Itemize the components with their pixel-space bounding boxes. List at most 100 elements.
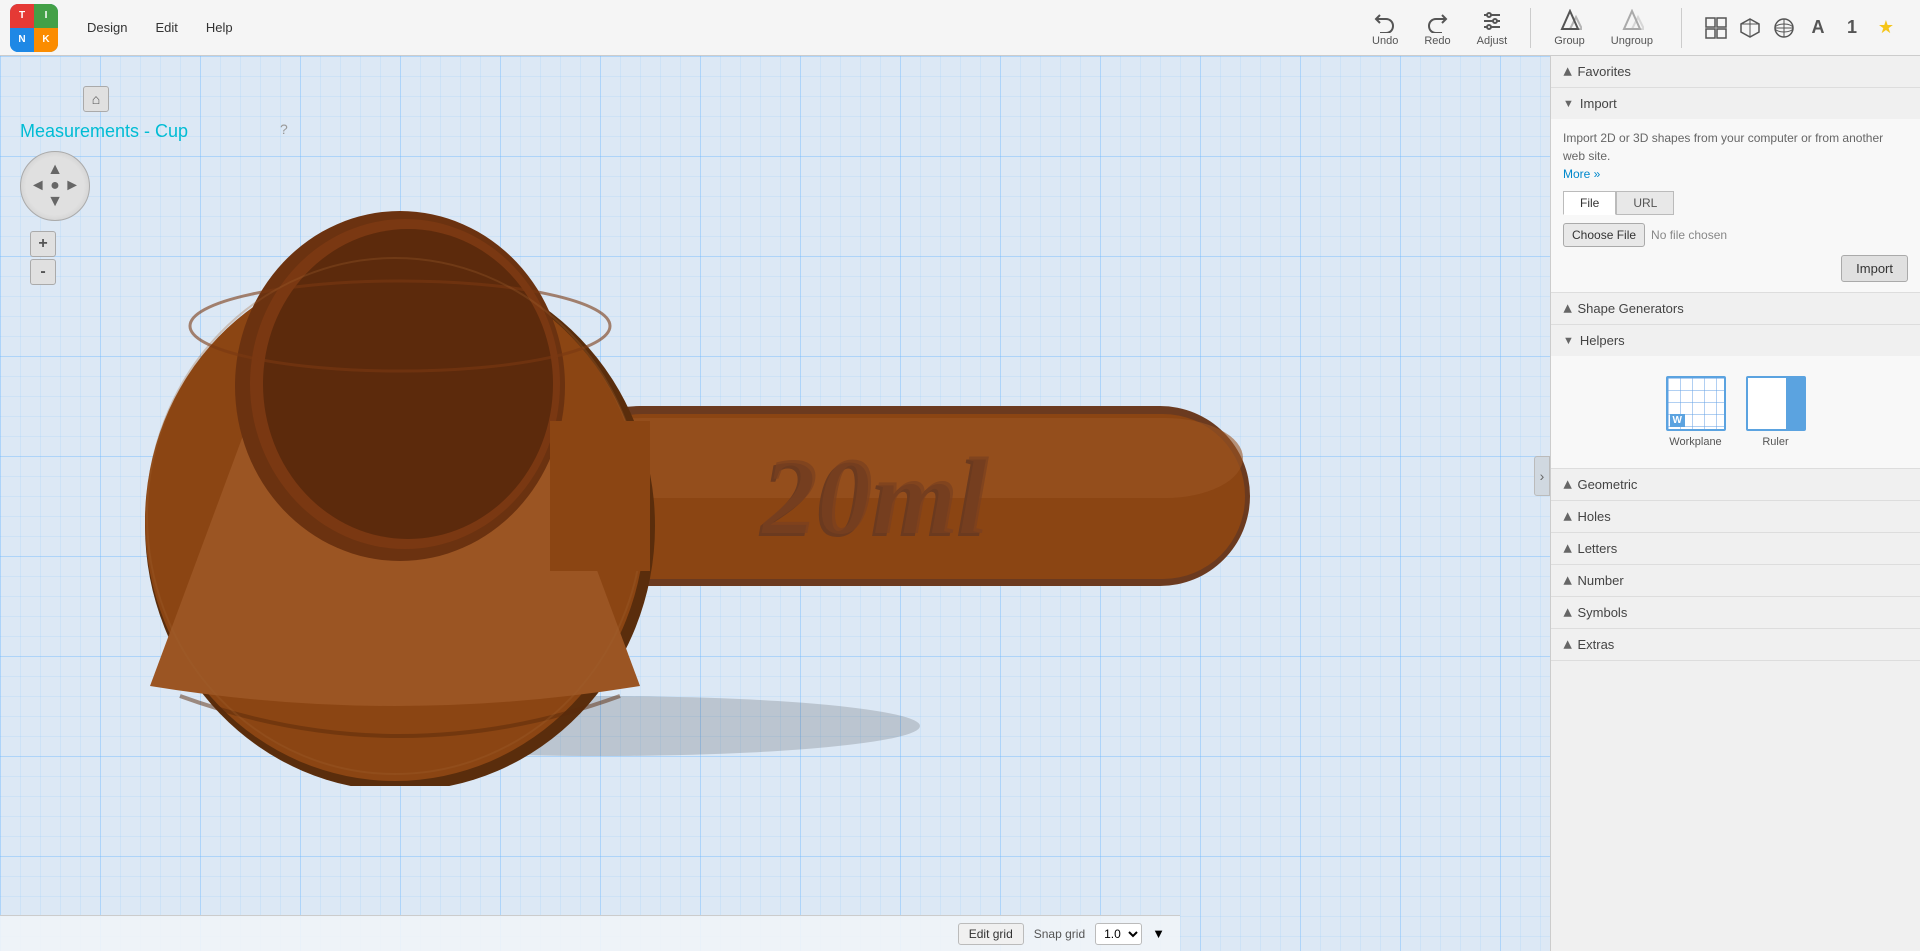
import-arrow: ▼ <box>1563 98 1574 110</box>
section-helpers-header[interactable]: ▼ Helpers <box>1551 325 1920 356</box>
section-number-header[interactable]: ▶ Number <box>1551 565 1920 596</box>
section-favorites: ▶ Favorites <box>1551 56 1920 88</box>
nav-control[interactable]: ▲ ◄ ● ► ▼ <box>20 151 90 221</box>
section-symbols: ▶ Symbols <box>1551 597 1920 629</box>
shape-generators-arrow: ▶ <box>1561 304 1574 312</box>
choose-file-button[interactable]: Choose File <box>1563 223 1645 247</box>
extras-label: Extras <box>1577 637 1614 652</box>
number-arrow: ▶ <box>1561 576 1574 584</box>
section-geometric-header[interactable]: ▶ Geometric <box>1551 469 1920 500</box>
logo-k: K <box>34 28 58 52</box>
logo-t: T <box>10 4 34 28</box>
undo-label: Undo <box>1372 35 1398 47</box>
import-more-link[interactable]: More » <box>1563 167 1600 181</box>
symbols-label: Symbols <box>1577 605 1627 620</box>
holes-label: Holes <box>1577 509 1610 524</box>
menu-design[interactable]: Design <box>73 14 141 41</box>
section-helpers: ▼ Helpers W Workplane mm Ruler <box>1551 325 1920 469</box>
workplane-label: Workplane <box>1669 436 1721 448</box>
ruler-mm-label: mm <box>1786 417 1800 426</box>
favorites-arrow: ▶ <box>1561 67 1574 75</box>
favorites-label: Favorites <box>1577 64 1630 79</box>
letters-arrow: ▶ <box>1561 544 1574 552</box>
cup-svg: 20ml 20ml <box>100 136 1300 786</box>
section-geometric: ▶ Geometric <box>1551 469 1920 501</box>
tab-file[interactable]: File <box>1563 191 1616 215</box>
section-favorites-header[interactable]: ▶ Favorites <box>1551 56 1920 87</box>
section-extras-header[interactable]: ▶ Extras <box>1551 629 1920 660</box>
no-file-label: No file chosen <box>1651 228 1727 242</box>
number-label: Number <box>1577 573 1623 588</box>
edit-grid-button[interactable]: Edit grid <box>958 923 1024 945</box>
redo-button[interactable]: Redo <box>1416 5 1458 51</box>
nav-arrows: ▲ ◄ ● ► ▼ <box>30 162 80 210</box>
section-symbols-header[interactable]: ▶ Symbols <box>1551 597 1920 628</box>
toolbar-right: Undo Redo Adjust <box>1364 5 1910 51</box>
file-url-tabs: File URL <box>1563 191 1908 215</box>
number-1-icon[interactable]: 1 <box>1838 14 1866 42</box>
import-label: Import <box>1580 96 1617 111</box>
helpers-grid: W Workplane mm Ruler <box>1563 366 1908 458</box>
helpers-label: Helpers <box>1580 333 1625 348</box>
snap-arrow: ▼ <box>1152 926 1165 941</box>
symbols-arrow: ▶ <box>1561 608 1574 616</box>
import-content: Import 2D or 3D shapes from your compute… <box>1551 119 1920 292</box>
ruler-label: Ruler <box>1762 436 1788 448</box>
section-shape-generators: ▶ Shape Generators <box>1551 293 1920 325</box>
geometric-arrow: ▶ <box>1561 480 1574 488</box>
letters-label: Letters <box>1577 541 1617 556</box>
bottom-bar: Edit grid Snap grid 1.0 0.5 2.0 ▼ <box>0 915 1180 951</box>
ruler-icon: mm <box>1746 376 1806 431</box>
tab-url[interactable]: URL <box>1616 191 1674 215</box>
star-icon[interactable]: ★ <box>1872 14 1900 42</box>
section-import: ▼ Import Import 2D or 3D shapes from you… <box>1551 88 1920 293</box>
workplane-w-label: W <box>1670 414 1685 427</box>
logo[interactable]: T I N K <box>10 4 58 52</box>
ungroup-label: Ungroup <box>1611 35 1653 47</box>
zoom-out-button[interactable]: - <box>30 259 56 285</box>
section-letters: ▶ Letters <box>1551 533 1920 565</box>
help-icon[interactable]: ? <box>280 121 288 137</box>
canvas-area[interactable]: Measurements - Cup ? ▲ ◄ ● ► ▼ ⌂ + - <box>0 56 1550 951</box>
snap-grid-label: Snap grid <box>1034 927 1085 941</box>
workplane-icon: W <box>1666 376 1726 431</box>
nav-home-button[interactable]: ⌂ <box>83 86 109 112</box>
section-holes: ▶ Holes <box>1551 501 1920 533</box>
letter-a-icon[interactable]: A <box>1804 14 1832 42</box>
menu-help[interactable]: Help <box>192 14 247 41</box>
shape-generators-label: Shape Generators <box>1577 301 1683 316</box>
holes-arrow: ▶ <box>1561 512 1574 520</box>
import-button[interactable]: Import <box>1841 255 1908 282</box>
zoom-in-button[interactable]: + <box>30 231 56 257</box>
section-import-header[interactable]: ▼ Import <box>1551 88 1920 119</box>
section-holes-header[interactable]: ▶ Holes <box>1551 501 1920 532</box>
helper-ruler[interactable]: mm Ruler <box>1746 376 1806 448</box>
collapse-panel-button[interactable]: › <box>1534 456 1550 496</box>
section-shape-generators-header[interactable]: ▶ Shape Generators <box>1551 293 1920 324</box>
grid-view-icon[interactable] <box>1702 14 1730 42</box>
helpers-arrow: ▼ <box>1563 335 1574 347</box>
collapse-icon: › <box>1540 468 1545 484</box>
logo-i: I <box>34 4 58 28</box>
snap-grid-select[interactable]: 1.0 0.5 2.0 <box>1095 923 1142 945</box>
section-number: ▶ Number <box>1551 565 1920 597</box>
svg-text:20ml: 20ml <box>761 435 990 557</box>
group-label: Group <box>1554 35 1585 47</box>
nav-circle[interactable]: ▲ ◄ ● ► ▼ <box>20 151 90 221</box>
zoom-controls: + - <box>30 231 56 285</box>
menu-edit[interactable]: Edit <box>141 14 191 41</box>
cube-view-icon[interactable] <box>1736 14 1764 42</box>
wireframe-icon[interactable] <box>1770 14 1798 42</box>
menu-bar: Design Edit Help <box>73 14 247 41</box>
geometric-label: Geometric <box>1577 477 1637 492</box>
helper-workplane[interactable]: W Workplane <box>1666 376 1726 448</box>
adjust-button[interactable]: Adjust <box>1469 5 1516 51</box>
ungroup-button[interactable]: Ungroup <box>1603 5 1661 51</box>
group-button[interactable]: Group <box>1546 5 1593 51</box>
section-letters-header[interactable]: ▶ Letters <box>1551 533 1920 564</box>
undo-button[interactable]: Undo <box>1364 5 1406 51</box>
adjust-label: Adjust <box>1477 35 1508 47</box>
import-description: Import 2D or 3D shapes from your compute… <box>1563 129 1908 183</box>
topbar: T I N K Design Edit Help Undo Redo <box>0 0 1920 56</box>
extras-arrow: ▶ <box>1561 640 1574 648</box>
